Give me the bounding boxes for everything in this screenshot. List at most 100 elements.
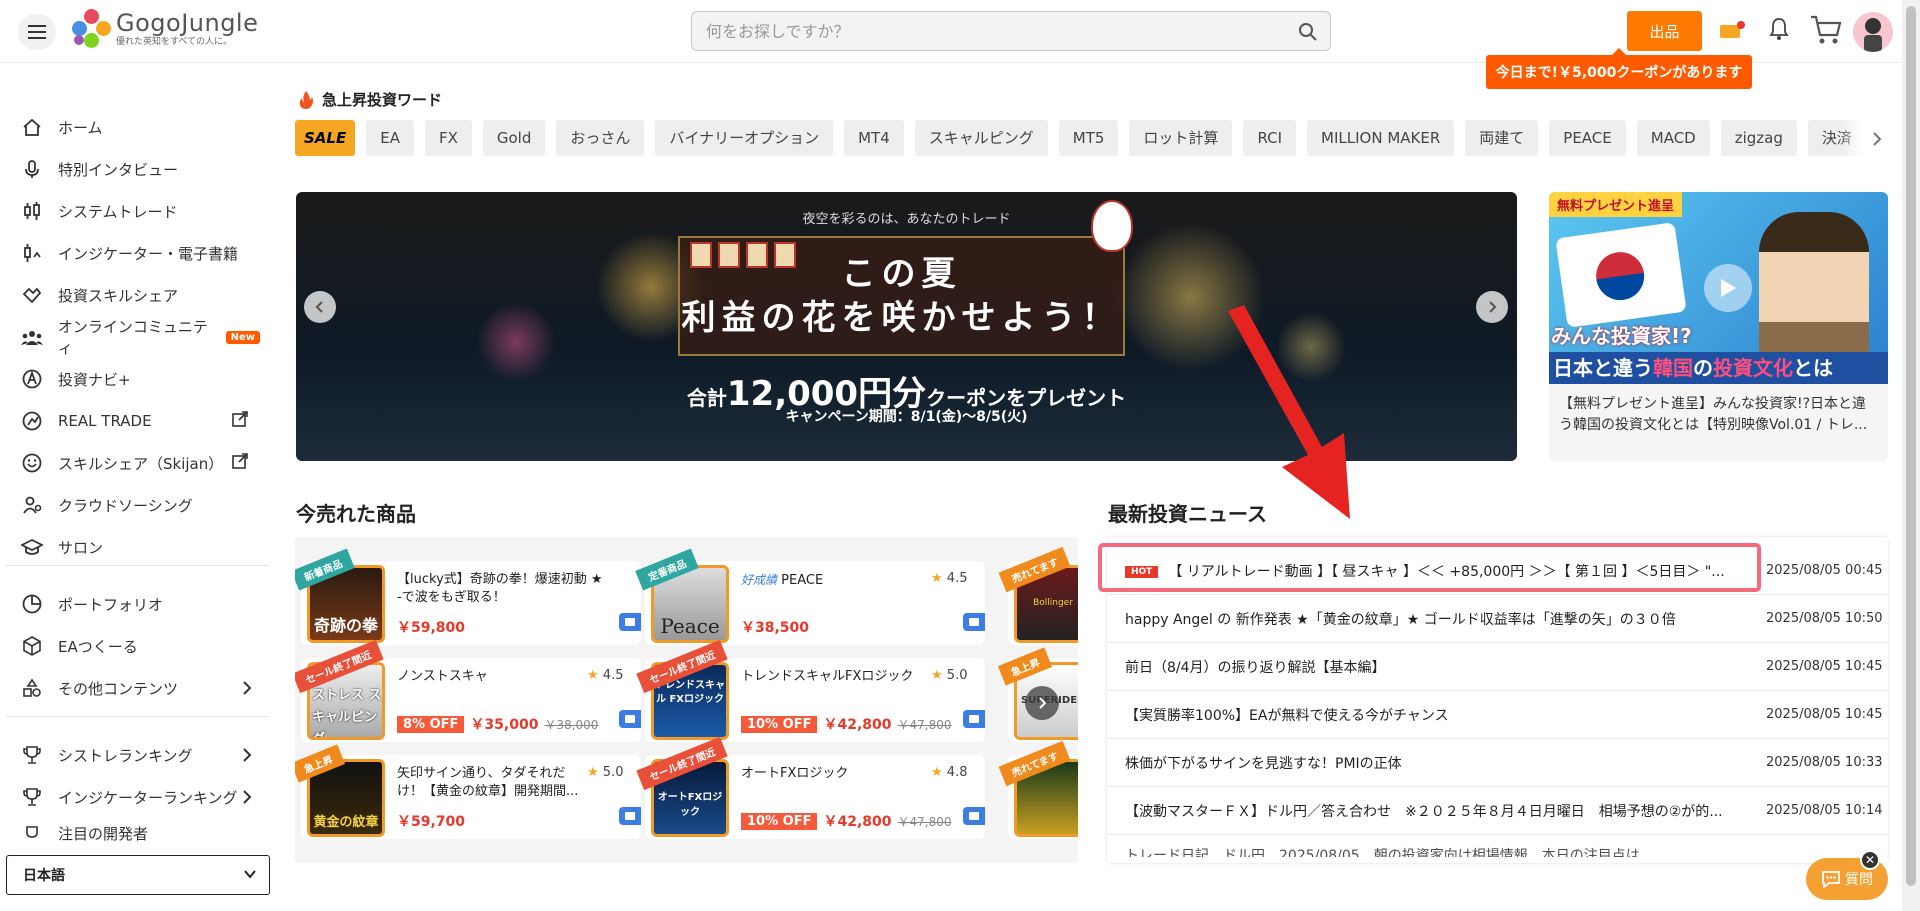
add-to-cart-icon[interactable] <box>963 710 985 728</box>
external-link-icon <box>232 411 248 427</box>
navi-icon <box>20 367 44 391</box>
add-to-cart-icon[interactable] <box>963 807 985 825</box>
thumbnail-text: Bollinger <box>1033 598 1073 608</box>
news-item[interactable]: トレード日記 ドル円 2025/08/05 朝の投資家向け相場情報 本日の注目点… <box>1107 835 1888 863</box>
products-carousel: 奇跡の拳 新着商品 【lucky式】奇跡の拳！爆速初動 ★ -で波をもぎ取る！ … <box>295 537 1078 863</box>
fox-mask-graphic <box>1091 200 1133 252</box>
sidebar-item-portfolio[interactable]: ポートフォリオ <box>20 584 260 624</box>
sidebar-item-indicator-ranking[interactable]: インジケーターランキング <box>20 777 260 817</box>
user-avatar[interactable] <box>1853 12 1893 52</box>
korea-flag-graphic <box>1555 222 1687 328</box>
tag-item[interactable]: MILLION MAKER <box>1307 120 1455 156</box>
hamburger-menu-button[interactable] <box>18 14 56 50</box>
product-card-peek[interactable]: 売れてます <box>998 740 1078 839</box>
tag-item[interactable]: MT4 <box>844 120 904 156</box>
product-card[interactable]: オートFXロジック セール終了間近 オートFXロジック ★ 4.8 10% OF… <box>636 736 985 839</box>
free-gift-ribbon: 無料プレゼント進呈 <box>1549 192 1683 217</box>
tag-item[interactable]: スキャルピング <box>914 120 1048 156</box>
tag-sale[interactable]: SALE <box>295 120 356 156</box>
sidebar-item-label: 投資スキルシェア <box>58 286 179 305</box>
community-icon <box>20 325 44 349</box>
sidebar-item-systrade-ranking[interactable]: シストレランキング <box>20 735 260 775</box>
cube-icon <box>20 634 44 658</box>
help-label: 質問 <box>1845 872 1873 888</box>
tag-item[interactable]: おっさん <box>556 120 645 156</box>
news-title: 株価が下がるサインを見逃すな！PMIの正体 <box>1125 756 1402 772</box>
sidebar-item-other-contents[interactable]: その他コンテンツ <box>20 668 260 708</box>
chevron-right-icon <box>243 790 252 804</box>
add-to-cart-icon[interactable] <box>619 807 641 825</box>
cart-icon[interactable] <box>1809 14 1843 46</box>
search-input[interactable] <box>706 21 1286 41</box>
rating-value: 4.5 <box>946 571 968 586</box>
post-listing-button[interactable]: 出品 <box>1627 11 1702 51</box>
sidebar-item-community[interactable]: オンラインコミュニティ New <box>20 317 260 357</box>
sidebar-item-ea-tsukuru[interactable]: EAつくーる <box>20 626 260 666</box>
featured-video-card[interactable]: 無料プレゼント進呈 みんな投資家!? 日本と違う韓国の投資文化とは 【無料プレゼ… <box>1549 192 1888 461</box>
tag-item[interactable]: Gold <box>482 120 546 156</box>
product-rating: ★ 4.8 <box>931 765 967 780</box>
sidebar-item-indicator[interactable]: インジケーター・電子書籍 <box>20 233 260 273</box>
product-card[interactable]: Peace 定番商品 好成績 PEACE ★ 4.5 ￥38,500 <box>635 548 985 645</box>
star-icon: ★ <box>931 571 943 586</box>
sidebar-item-system-trade[interactable]: システムトレード <box>20 191 260 231</box>
sidebar-item-crowdsourcing[interactable]: クラウドソーシング <box>20 485 260 525</box>
sidebar-item-label: REAL TRADE <box>58 412 152 430</box>
add-to-cart-icon[interactable] <box>619 710 641 728</box>
tag-item[interactable]: MACD <box>1636 120 1710 156</box>
sidebar-item-featured-developers[interactable]: 注目の開発者 <box>20 819 260 843</box>
candlestick-icon <box>20 199 44 223</box>
tag-item[interactable]: MT5 <box>1058 120 1119 156</box>
tag-item[interactable]: zigzag <box>1720 120 1797 156</box>
tags-scroll-right[interactable] <box>1840 120 1888 158</box>
scrollbar-thumb[interactable] <box>1906 6 1916 886</box>
page-scrollbar[interactable] <box>1902 0 1920 911</box>
coupon-tooltip[interactable]: 今日まで!￥5,000クーポンがあります <box>1486 48 1752 89</box>
add-to-cart-icon[interactable] <box>619 613 641 631</box>
news-item[interactable]: happy Angel の 新作発表 ★「黄金の紋章」★ ゴールド収益率は「進撃… <box>1107 595 1888 643</box>
product-card[interactable]: トレンドスキャル FXロジック セール終了間近 トレンドスキャルFXロジック ★… <box>636 639 985 742</box>
sidebar-item-interview[interactable]: 特別インタビュー <box>20 149 260 189</box>
thumbnail-text: 奇跡の拳 <box>313 616 378 635</box>
bar-text: の <box>1693 356 1713 380</box>
coupon-ticket-icon[interactable] <box>1718 19 1746 43</box>
news-date: 2025/08/05 10:45 <box>1766 707 1883 722</box>
help-close-button[interactable]: ✕ <box>1860 850 1880 870</box>
tag-item[interactable]: バイナリーオプション <box>655 120 834 156</box>
indicator-icon <box>20 241 44 265</box>
tag-item[interactable]: PEACE <box>1549 120 1626 156</box>
news-item[interactable]: 株価が下がるサインを見逃すな！PMIの正体 2025/08/05 10:33 <box>1107 739 1888 787</box>
tag-item[interactable]: RCI <box>1243 120 1297 156</box>
product-card-peek[interactable]: Bollinger 売れてます <box>998 546 1078 645</box>
sidebar-item-salon[interactable]: サロン <box>20 527 260 567</box>
news-item[interactable]: 【波動マスターＦＸ】ドル円／答え合わせ ※２０２５年８月４日月曜日 相場予想の②… <box>1107 787 1888 835</box>
search-icon[interactable] <box>1298 22 1318 42</box>
banner-prev-button[interactable] <box>304 291 336 323</box>
add-to-cart-icon[interactable] <box>963 613 985 631</box>
notification-bell-icon[interactable] <box>1769 17 1789 41</box>
language-select[interactable]: 日本語 <box>6 855 270 895</box>
news-item[interactable]: 前日（8/4月）の振り返り解説【基本編】 2025/08/05 10:45 <box>1107 643 1888 691</box>
news-date: 2025/08/05 10:33 <box>1766 755 1883 770</box>
bar-text: 日本と違う <box>1553 356 1653 380</box>
product-card[interactable]: 奇跡の拳 新着商品 【lucky式】奇跡の拳！爆速初動 ★ -で波をもぎ取る！ … <box>295 548 641 645</box>
tag-item[interactable]: ロット計算 <box>1129 120 1233 156</box>
sidebar-item-skijan[interactable]: スキルシェア（Skijan） <box>20 443 260 483</box>
sidebar-item-real-trade[interactable]: REAL TRADE <box>20 401 260 441</box>
tag-item[interactable]: 両建て <box>1465 120 1539 156</box>
banner-next-button[interactable] <box>1476 291 1508 323</box>
product-card[interactable]: 黄金の紋章 急上昇 矢印サイン通り、タダそれだけ！【黄金の紋章】開発期間... … <box>295 744 641 839</box>
trending-title-text: 急上昇投資ワード <box>322 91 443 109</box>
sidebar-item-label: システムトレード <box>58 202 178 221</box>
products-next-button[interactable] <box>1025 686 1059 720</box>
site-logo[interactable]: GogoJungle 優れた英知をすべての人に。 <box>72 9 258 49</box>
logo-name: GogoJungle <box>116 9 259 37</box>
news-item[interactable]: 【実質勝率100%】EAが無料で使える今がチャンス 2025/08/05 10:… <box>1107 691 1888 739</box>
sidebar-item-navi[interactable]: 投資ナビ+ <box>20 359 260 399</box>
sidebar-item-home[interactable]: ホーム <box>20 107 260 147</box>
sidebar-item-skillshare[interactable]: 投資スキルシェア <box>20 275 260 315</box>
product-name: オートFXロジック <box>741 766 849 781</box>
tag-item[interactable]: FX <box>424 120 472 156</box>
product-card[interactable]: ストレス スキャルピング セール終了間近 ノンストスキャ ★ 4.5 8% OF… <box>295 639 641 742</box>
tag-item[interactable]: EA <box>366 120 414 156</box>
